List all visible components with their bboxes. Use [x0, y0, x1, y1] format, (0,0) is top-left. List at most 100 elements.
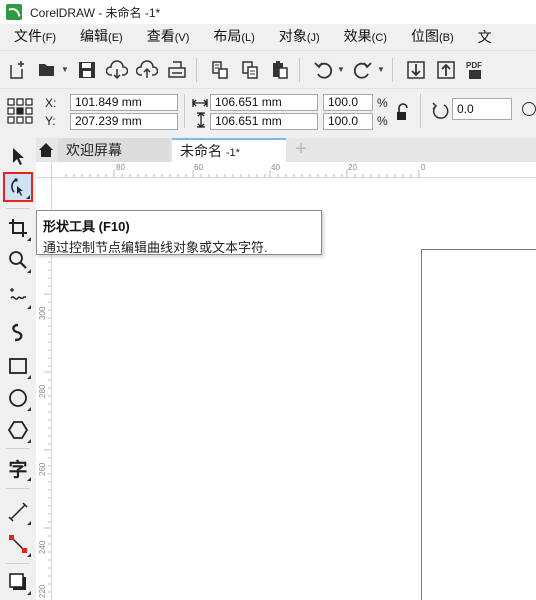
flyout-indicator-icon [27, 407, 31, 411]
cut-icon[interactable] [207, 57, 233, 83]
home-icon[interactable] [38, 142, 54, 158]
ruler-label: 0 [421, 163, 426, 172]
tab-welcome-label: 欢迎屏幕 [66, 142, 122, 158]
undo-icon[interactable] [310, 57, 336, 83]
y-position-label: Y: [45, 114, 56, 128]
zoom-tool-icon[interactable] [4, 246, 32, 274]
x-position-label: X: [45, 96, 57, 110]
window-title: CorelDRAW - 未命名 -1* [30, 5, 161, 20]
redo-icon[interactable] [350, 57, 376, 83]
ellipse-tool-icon[interactable] [4, 384, 32, 412]
ruler-label: 40 [271, 163, 280, 172]
add-document-button[interactable]: + [291, 139, 311, 160]
flyout-indicator-icon [27, 553, 31, 557]
ruler-origin[interactable] [36, 162, 52, 178]
artistic-media-tool-icon[interactable] [4, 318, 32, 346]
flyout-indicator-icon [27, 591, 31, 595]
toolbar-divider [392, 57, 393, 82]
coreldraw-logo-icon [6, 4, 22, 20]
x-position-field[interactable]: 101.849 mm [70, 94, 178, 111]
menu-effects[interactable]: 效果(C) [330, 24, 397, 50]
ruler-label: 80 [116, 163, 125, 172]
pick-tool-icon[interactable] [4, 142, 32, 170]
horizontal-ruler-ticks [65, 170, 420, 177]
flyout-indicator-icon [27, 439, 31, 443]
freehand-tool-icon[interactable] [4, 282, 32, 310]
flyout-indicator-icon [27, 237, 31, 241]
menu-view[interactable]: 查看(V) [133, 24, 200, 50]
tab-document-label: 未命名 [180, 143, 222, 159]
scale-x-field[interactable]: 100.0 [323, 94, 373, 111]
menu-bitmaps[interactable]: 位图(B) [397, 24, 464, 50]
menu-file[interactable]: 文件(F) [0, 24, 66, 50]
tooltip-title: 形状工具 (F10) [43, 219, 130, 234]
menu-text[interactable]: 文 [464, 24, 502, 50]
export-icon[interactable] [433, 57, 459, 83]
horizontal-ruler[interactable]: 80 60 40 20 0 [36, 162, 536, 178]
scale-y-unit: % [377, 114, 388, 128]
rotate-icon [430, 101, 450, 121]
crop-tool-icon[interactable] [4, 214, 32, 242]
property-bar: X: Y: 101.849 mm 207.239 mm 106.651 mm 1… [0, 88, 536, 132]
menu-edit[interactable]: 编辑(E) [66, 24, 133, 50]
tab-welcome-screen[interactable]: 欢迎屏幕 [58, 138, 170, 162]
copy-icon[interactable] [237, 57, 263, 83]
reference-point-icon[interactable] [6, 97, 34, 125]
menu-object[interactable]: 对象(J) [265, 24, 330, 50]
toolbox-divider [6, 448, 30, 449]
cloud-download-icon[interactable] [104, 57, 130, 83]
connector-tool-icon[interactable] [4, 530, 32, 558]
text-tool-icon[interactable]: 字 [4, 454, 32, 482]
ruler-label: 300 [38, 306, 47, 320]
cloud-upload-icon[interactable] [134, 57, 160, 83]
flyout-indicator-icon [27, 375, 31, 379]
tooltip-description: 通过控制节点编辑曲线对象或文本字符. [43, 240, 268, 255]
save-icon[interactable] [74, 57, 100, 83]
paste-icon[interactable] [267, 57, 293, 83]
menu-bar: 文件(F) 编辑(E) 查看(V) 布局(L) 对象(J) 效果(C) 位图(B… [0, 24, 536, 50]
more-options-icon[interactable] [522, 102, 536, 116]
height-icon [195, 112, 207, 128]
tab-untitled-document[interactable]: 未命名 -1* [172, 138, 286, 162]
height-field[interactable]: 106.651 mm [210, 113, 318, 130]
open-folder-icon[interactable] [34, 57, 60, 83]
toolbox-divider [6, 488, 30, 489]
scale-x-unit: % [377, 96, 388, 110]
shape-tool-icon[interactable] [3, 172, 33, 202]
rotation-angle-field[interactable]: 0.0 [452, 98, 512, 120]
drop-shadow-tool-icon[interactable] [4, 568, 32, 596]
page-boundary [421, 249, 536, 600]
shape-tool-tooltip: 形状工具 (F10) 通过控制节点编辑曲线对象或文本字符. [36, 210, 322, 255]
property-divider [420, 94, 421, 128]
width-icon [192, 97, 208, 109]
ruler-label: 20 [348, 163, 357, 172]
redo-dropdown-chevron-icon[interactable]: ▼ [376, 57, 386, 83]
flyout-indicator-icon [27, 269, 31, 273]
ruler-label: 220 [38, 584, 47, 598]
polygon-tool-icon[interactable] [4, 416, 32, 444]
tab-document-suffix: -1* [225, 147, 240, 159]
import-icon[interactable] [403, 57, 429, 83]
new-document-icon[interactable] [4, 57, 30, 83]
title-bar: CorelDRAW - 未命名 -1* [0, 0, 536, 24]
standard-toolbar: ▼ ▼ ▼ PDF [0, 50, 536, 88]
dimension-tool-icon[interactable] [4, 498, 32, 526]
toolbox: 字 [0, 138, 36, 600]
svg-text:PDF: PDF [466, 61, 482, 70]
ruler-label: 60 [194, 163, 203, 172]
scale-y-field[interactable]: 100.0 [323, 113, 373, 130]
ruler-label: 240 [38, 540, 47, 554]
undo-dropdown-chevron-icon[interactable]: ▼ [336, 57, 346, 83]
flyout-indicator-icon [27, 521, 31, 525]
open-dropdown-chevron-icon[interactable]: ▼ [60, 57, 70, 83]
toolbox-divider [6, 208, 30, 209]
toolbar-divider [299, 57, 300, 82]
flyout-indicator-icon [26, 195, 30, 199]
rectangle-tool-icon[interactable] [4, 352, 32, 380]
lock-ratio-icon[interactable] [394, 103, 410, 121]
y-position-field[interactable]: 207.239 mm [70, 113, 178, 130]
width-field[interactable]: 106.651 mm [210, 94, 318, 111]
print-icon[interactable] [164, 57, 190, 83]
menu-layout[interactable]: 布局(L) [199, 24, 264, 50]
pdf-icon[interactable]: PDF [463, 57, 489, 83]
